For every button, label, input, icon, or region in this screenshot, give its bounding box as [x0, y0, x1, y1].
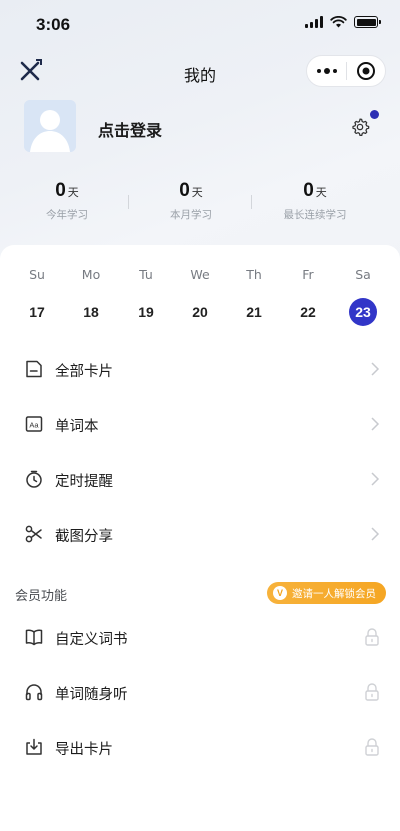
gear-icon[interactable]	[350, 117, 370, 137]
date-cell[interactable]: 22	[288, 298, 328, 326]
card-icon	[26, 360, 42, 378]
menu-item-label: 全部卡片	[55, 364, 113, 380]
stat-year: 0天 今年学习	[5, 180, 129, 230]
menu-item-audio[interactable]: 单词随身听	[0, 666, 400, 721]
date-cell[interactable]: 21	[234, 298, 274, 326]
menu-item-label: 单词本	[55, 419, 99, 435]
alarm-icon	[26, 470, 42, 488]
stat-unit: 天	[67, 186, 79, 199]
menu-item-wordbook[interactable]: Aa 单词本	[0, 398, 400, 453]
menu-item-reminder[interactable]: 定时提醒	[0, 453, 400, 508]
date-cell[interactable]: 18	[71, 298, 111, 326]
book-icon	[25, 629, 43, 646]
date-cell-today[interactable]: 23	[349, 298, 377, 326]
stat-value: 0	[179, 180, 190, 201]
vip-icon: V	[273, 586, 287, 600]
invite-unlock-badge[interactable]: V 邀请一人解锁会员	[267, 582, 386, 604]
invite-badge-label: 邀请一人解锁会员	[292, 587, 376, 600]
chevron-right-icon	[371, 472, 380, 486]
member-menu: 自定义词书 单词随身听 导出卡片	[0, 611, 400, 776]
menu-item-all-cards[interactable]: 全部卡片	[0, 343, 400, 398]
profile-row: 点击登录	[24, 100, 384, 156]
scissors-icon	[25, 525, 42, 543]
menu-item-label: 自定义词书	[55, 632, 128, 648]
export-icon	[26, 738, 42, 755]
weekday-label: Fr	[302, 267, 314, 282]
date-row: 17 18 19 20 21 22 23	[0, 298, 400, 328]
weekday-label: Mo	[81, 267, 101, 282]
close-target-icon[interactable]	[347, 61, 385, 81]
more-icon[interactable]	[307, 68, 346, 74]
menu-item-label: 截图分享	[55, 529, 113, 545]
weekday-label: Su	[29, 267, 45, 282]
menu-item-export-cards[interactable]: 导出卡片	[0, 721, 400, 776]
weekday-label: Tu	[139, 267, 153, 282]
menu-item-label: 定时提醒	[55, 474, 113, 490]
menu-item-label: 导出卡片	[55, 742, 113, 758]
wifi-icon	[330, 16, 347, 28]
date-cell[interactable]: 19	[126, 298, 166, 326]
date-cell[interactable]: 17	[17, 298, 57, 326]
nav-bar: 我的	[0, 50, 400, 94]
stat-label: 最长连续学习	[283, 209, 347, 221]
login-link[interactable]: 点击登录	[98, 117, 162, 141]
mini-program-capsule	[306, 55, 386, 87]
menu-item-label: 单词随身听	[55, 687, 128, 703]
signal-icon	[305, 16, 323, 28]
weekday-label: We	[190, 267, 210, 282]
section-title: 会员功能	[15, 589, 68, 604]
chevron-right-icon	[371, 362, 380, 376]
stat-label: 本月学习	[170, 209, 212, 221]
stat-label: 今年学习	[46, 209, 88, 221]
stat-unit: 天	[191, 186, 203, 199]
default-avatar-icon	[24, 100, 76, 152]
main-card: Su Mo Tu We Th Fr Sa 17 18 19 20 21 22 2…	[0, 245, 400, 831]
week-calendar: Su Mo Tu We Th Fr Sa 17 18 19 20 21 22 2…	[0, 267, 400, 328]
svg-text:Aa: Aa	[29, 421, 39, 430]
battery-icon	[354, 16, 381, 28]
menu-item-custom-wordbook[interactable]: 自定义词书	[0, 611, 400, 666]
status-bar: 3:06	[0, 0, 400, 50]
stat-unit: 天	[315, 186, 327, 199]
stat-divider	[251, 195, 252, 209]
stat-value: 0	[55, 180, 66, 201]
status-time: 3:06	[36, 15, 71, 34]
notification-dot	[370, 110, 379, 119]
member-section-header: 会员功能 V 邀请一人解锁会员	[0, 580, 400, 606]
stat-value: 0	[303, 180, 314, 201]
feature-menu: 全部卡片 Aa 单词本 定时提醒 截图分享	[0, 343, 400, 563]
weekday-row: Su Mo Tu We Th Fr Sa	[0, 267, 400, 291]
avatar[interactable]	[24, 100, 76, 152]
lock-icon	[365, 683, 379, 701]
stat-divider	[128, 195, 129, 209]
chevron-right-icon	[371, 527, 380, 541]
menu-item-screenshot-share[interactable]: 截图分享	[0, 508, 400, 563]
study-stats: 0天 今年学习 0天 本月学习 0天 最长连续学习	[0, 180, 400, 230]
headphones-icon	[25, 684, 43, 701]
status-icons	[305, 16, 381, 28]
lock-icon	[365, 628, 379, 646]
weekday-label: Th	[246, 267, 262, 282]
wordbook-icon: Aa	[25, 416, 43, 432]
stat-streak: 0天 最长连续学习	[253, 180, 377, 230]
date-cell[interactable]: 20	[180, 298, 220, 326]
stat-month: 0天 本月学习	[129, 180, 253, 230]
weekday-label: Sa	[355, 267, 371, 282]
chevron-right-icon	[371, 417, 380, 431]
lock-icon	[365, 738, 379, 756]
